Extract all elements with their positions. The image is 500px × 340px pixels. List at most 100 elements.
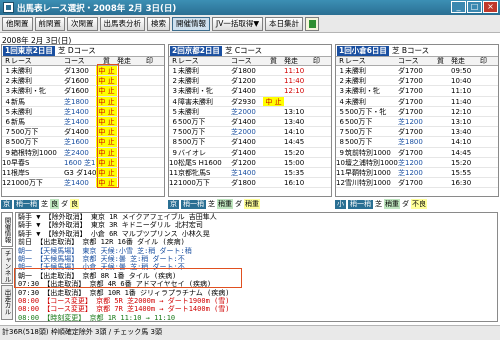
race-name: 根岸S — [11, 168, 30, 177]
change-log-list[interactable]: 騎手 ▼ 【除外取消】 東京 1R メイクアフェイブル 吉田隼人 騎手 ▼ 【除外… — [15, 212, 498, 322]
column-header: 発走 — [451, 57, 465, 65]
maximize-icon[interactable]: □ — [467, 1, 482, 13]
race-row[interactable]: 8 500万下 芝1800 14:10 — [336, 137, 498, 148]
race-number: 12 — [169, 179, 178, 188]
race-row[interactable]: 7 500万下 芝2000 14:10 — [169, 127, 331, 138]
other-venue-button[interactable]: 他閑置 — [2, 16, 33, 31]
race-course: 芝1800 — [64, 97, 89, 106]
condition-venue: 小 — [335, 199, 346, 209]
race-status — [430, 148, 451, 157]
race-number: 3 — [5, 87, 10, 96]
log-entry[interactable]: 騎手 ▼ 【除外取消】 東京 3R キドニーダリル 北村宏司 — [16, 221, 497, 229]
race-row[interactable]: 7 500万下 ダ1400 中 止 — [2, 127, 164, 138]
log-entry[interactable]: 07:30 【出走取消】 京都 4R 6番 アドマイヤセイ (疾病) — [16, 280, 497, 288]
start-time: 13:40 — [284, 117, 305, 126]
log-entry[interactable]: 07:30 【出走取消】 京都 10R 1番 ジリィラプラチナム (疾病) — [16, 289, 497, 297]
log-entry[interactable]: 朝一 【天候馬場】 東京 天候:小雪 芝:稍 ダート:稍 — [16, 247, 497, 255]
search-button[interactable]: 検索 — [147, 16, 170, 31]
meeting-info-button[interactable]: 開催情報 — [172, 16, 210, 31]
today-summary-button[interactable]: 本日集計 — [265, 16, 304, 31]
prev-venue-button[interactable]: 前閑置 — [34, 16, 65, 31]
tab-entries[interactable]: 出走カル — [1, 284, 13, 320]
race-row[interactable]: 9 筑前特別1000 ダ1700 14:45 — [336, 148, 498, 158]
race-row[interactable]: 4 障害未勝利 ダ2930 中 止 — [169, 96, 331, 107]
race-row[interactable]: 1 未勝利 ダ1700 09:50 — [336, 66, 498, 77]
race-number: 2 — [339, 77, 344, 86]
course-type: 芝 Cコース — [224, 46, 263, 55]
race-course: ダ1700 — [398, 67, 423, 75]
start-time — [117, 148, 146, 157]
table-header: R レース コース 質発走 印 — [2, 56, 164, 66]
log-entry[interactable]: 朝一 【出走取消】 京都 8R 1番 タイル (疾病) — [16, 272, 497, 280]
race-name: 1000万下 — [11, 179, 43, 188]
race-status: 中 止 — [96, 76, 117, 86]
race-status: 中 止 — [96, 86, 117, 96]
start-time: 15:20 — [451, 158, 472, 167]
race-course: ダ1400 — [231, 138, 256, 147]
race-number: 6 — [5, 117, 10, 126]
close-icon[interactable]: × — [483, 1, 498, 13]
race-row[interactable]: 12 1000万下 ダ1800 16:10 — [169, 178, 331, 189]
race-row[interactable]: 8 500万下 芝1600 中 止 — [2, 137, 164, 148]
log-entry[interactable]: 前日 【出走取消】 京都 12R 16番 ダイル (疾病) — [16, 238, 497, 246]
race-row[interactable]: 2 未勝利 ダ1200 11:40 — [169, 76, 331, 87]
race-row[interactable]: 10 松尾S H1600 ダ1200 15:00 — [169, 158, 331, 168]
tab-channel[interactable]: チャンネル — [1, 248, 13, 284]
race-row[interactable]: 7 500万下 ダ1700 13:40 — [336, 127, 498, 138]
track-condition: 京稍一稍芝良ダ良 — [1, 199, 79, 209]
race-status — [263, 107, 284, 116]
race-row[interactable]: 12 雪川特別1000 ダ1700 16:30 — [336, 178, 498, 189]
race-analysis-button[interactable]: 出馬表分析 — [99, 16, 145, 31]
log-entry[interactable]: 08:00 【時刻変更】 京都 1R 11:10 → 11:10 — [16, 314, 497, 321]
tab-meeting-info[interactable]: 開催情報 — [1, 212, 13, 248]
race-row[interactable]: 5 500万下・牝 ダ1700 12:10 — [336, 107, 498, 117]
race-row[interactable]: 6 500万下 芝1200 13:10 — [336, 117, 498, 128]
race-name: 早春S — [11, 158, 30, 167]
race-row[interactable]: 3 未勝利・牝 ダ1400 12:10 — [169, 86, 331, 97]
race-row[interactable]: 11 早鞆特別1000 芝1200 15:55 — [336, 168, 498, 179]
race-number: 11 — [169, 168, 178, 177]
column-header: 質 — [103, 57, 110, 65]
race-row[interactable]: 4 未勝利 ダ1700 11:40 — [336, 97, 498, 107]
log-entry[interactable]: 騎手 ▼ 【除外取消】 小倉 6R マルブツプリンス 小林久晃 — [16, 230, 497, 238]
exit-icon[interactable] — [305, 16, 320, 31]
venue-title[interactable]: 1回小倉6日目 — [337, 45, 389, 56]
race-row[interactable]: 11根岸S G3 ダ1400中 止 — [2, 167, 164, 179]
race-course: 芝1400 — [231, 168, 256, 177]
log-entry[interactable]: 朝一 【天候馬場】 小倉 天候:曇 芝:稍 ダート:不 — [16, 263, 497, 271]
venue-title[interactable]: 1回東京2日目 — [3, 45, 55, 56]
minimize-icon[interactable]: _ — [451, 1, 466, 13]
race-course: 芝1600 — [64, 138, 89, 147]
start-time: 15:20 — [284, 148, 305, 157]
race-name: 500万下・牝 — [345, 107, 387, 116]
race-status — [430, 137, 451, 146]
jv-fetch-button[interactable]: JV一括取得▼ — [212, 16, 264, 31]
race-row[interactable]: 9 箱根特別1000 芝2400 中 止 — [2, 147, 164, 158]
race-row[interactable]: 10早春S 1600 芝1800中 止 — [2, 157, 164, 168]
venue-title[interactable]: 2回京都2日目 — [170, 45, 222, 56]
race-row[interactable]: 3 未勝利・牝 ダ1600 中 止 — [2, 86, 164, 97]
race-row[interactable]: 10 壇之浦特別1000 芝1200 15:20 — [336, 158, 498, 168]
start-time: 15:35 — [284, 168, 305, 177]
race-number: 10 — [169, 158, 178, 167]
toolbar: 他閑置 前閑置 次閑置 出馬表分析 検索 開催情報 JV一括取得▼ 本日集計 — [0, 15, 500, 33]
race-row[interactable]: 11 京都牝馬S 芝1400 15:35 — [169, 168, 331, 179]
race-status — [430, 107, 451, 116]
race-name: 未勝利 — [345, 67, 366, 75]
next-venue-button[interactable]: 次閑置 — [67, 16, 98, 31]
race-row[interactable]: 9 バイオレ ダ1400 15:20 — [169, 148, 331, 158]
race-row[interactable]: 4 新馬 芝1800 中 止 — [2, 96, 164, 107]
race-row[interactable]: 1 未勝利 ダ1800 11:10 — [169, 66, 331, 77]
race-row[interactable]: 12 1000万下 芝1400 中 止 — [2, 178, 164, 189]
race-row[interactable]: 6 新馬 芝1400 中 止 — [2, 116, 164, 128]
race-row[interactable]: 6 500万下 ダ1400 13:40 — [169, 117, 331, 128]
race-row[interactable]: 3 未勝利・牝 ダ1700 11:10 — [336, 86, 498, 97]
race-row[interactable]: 1 未勝利 ダ1300 中 止 — [2, 66, 164, 77]
race-row[interactable]: 5 未勝利 芝2000 13:10 — [169, 107, 331, 117]
race-row[interactable]: 5 未勝利 芝1400 中 止 — [2, 106, 164, 117]
race-row[interactable]: 2 未勝利 ダ1600 中 止 — [2, 76, 164, 87]
race-row[interactable]: 2 未勝利 ダ1700 10:40 — [336, 76, 498, 87]
log-entry[interactable]: 08:00 【コース変更】 京都 7R 芝1400m → ダート1400m (雪… — [16, 305, 497, 313]
race-row[interactable]: 8 500万下 ダ1400 14:45 — [169, 137, 331, 148]
venue-header: 1回小倉6日目芝 Bコース — [336, 45, 498, 56]
